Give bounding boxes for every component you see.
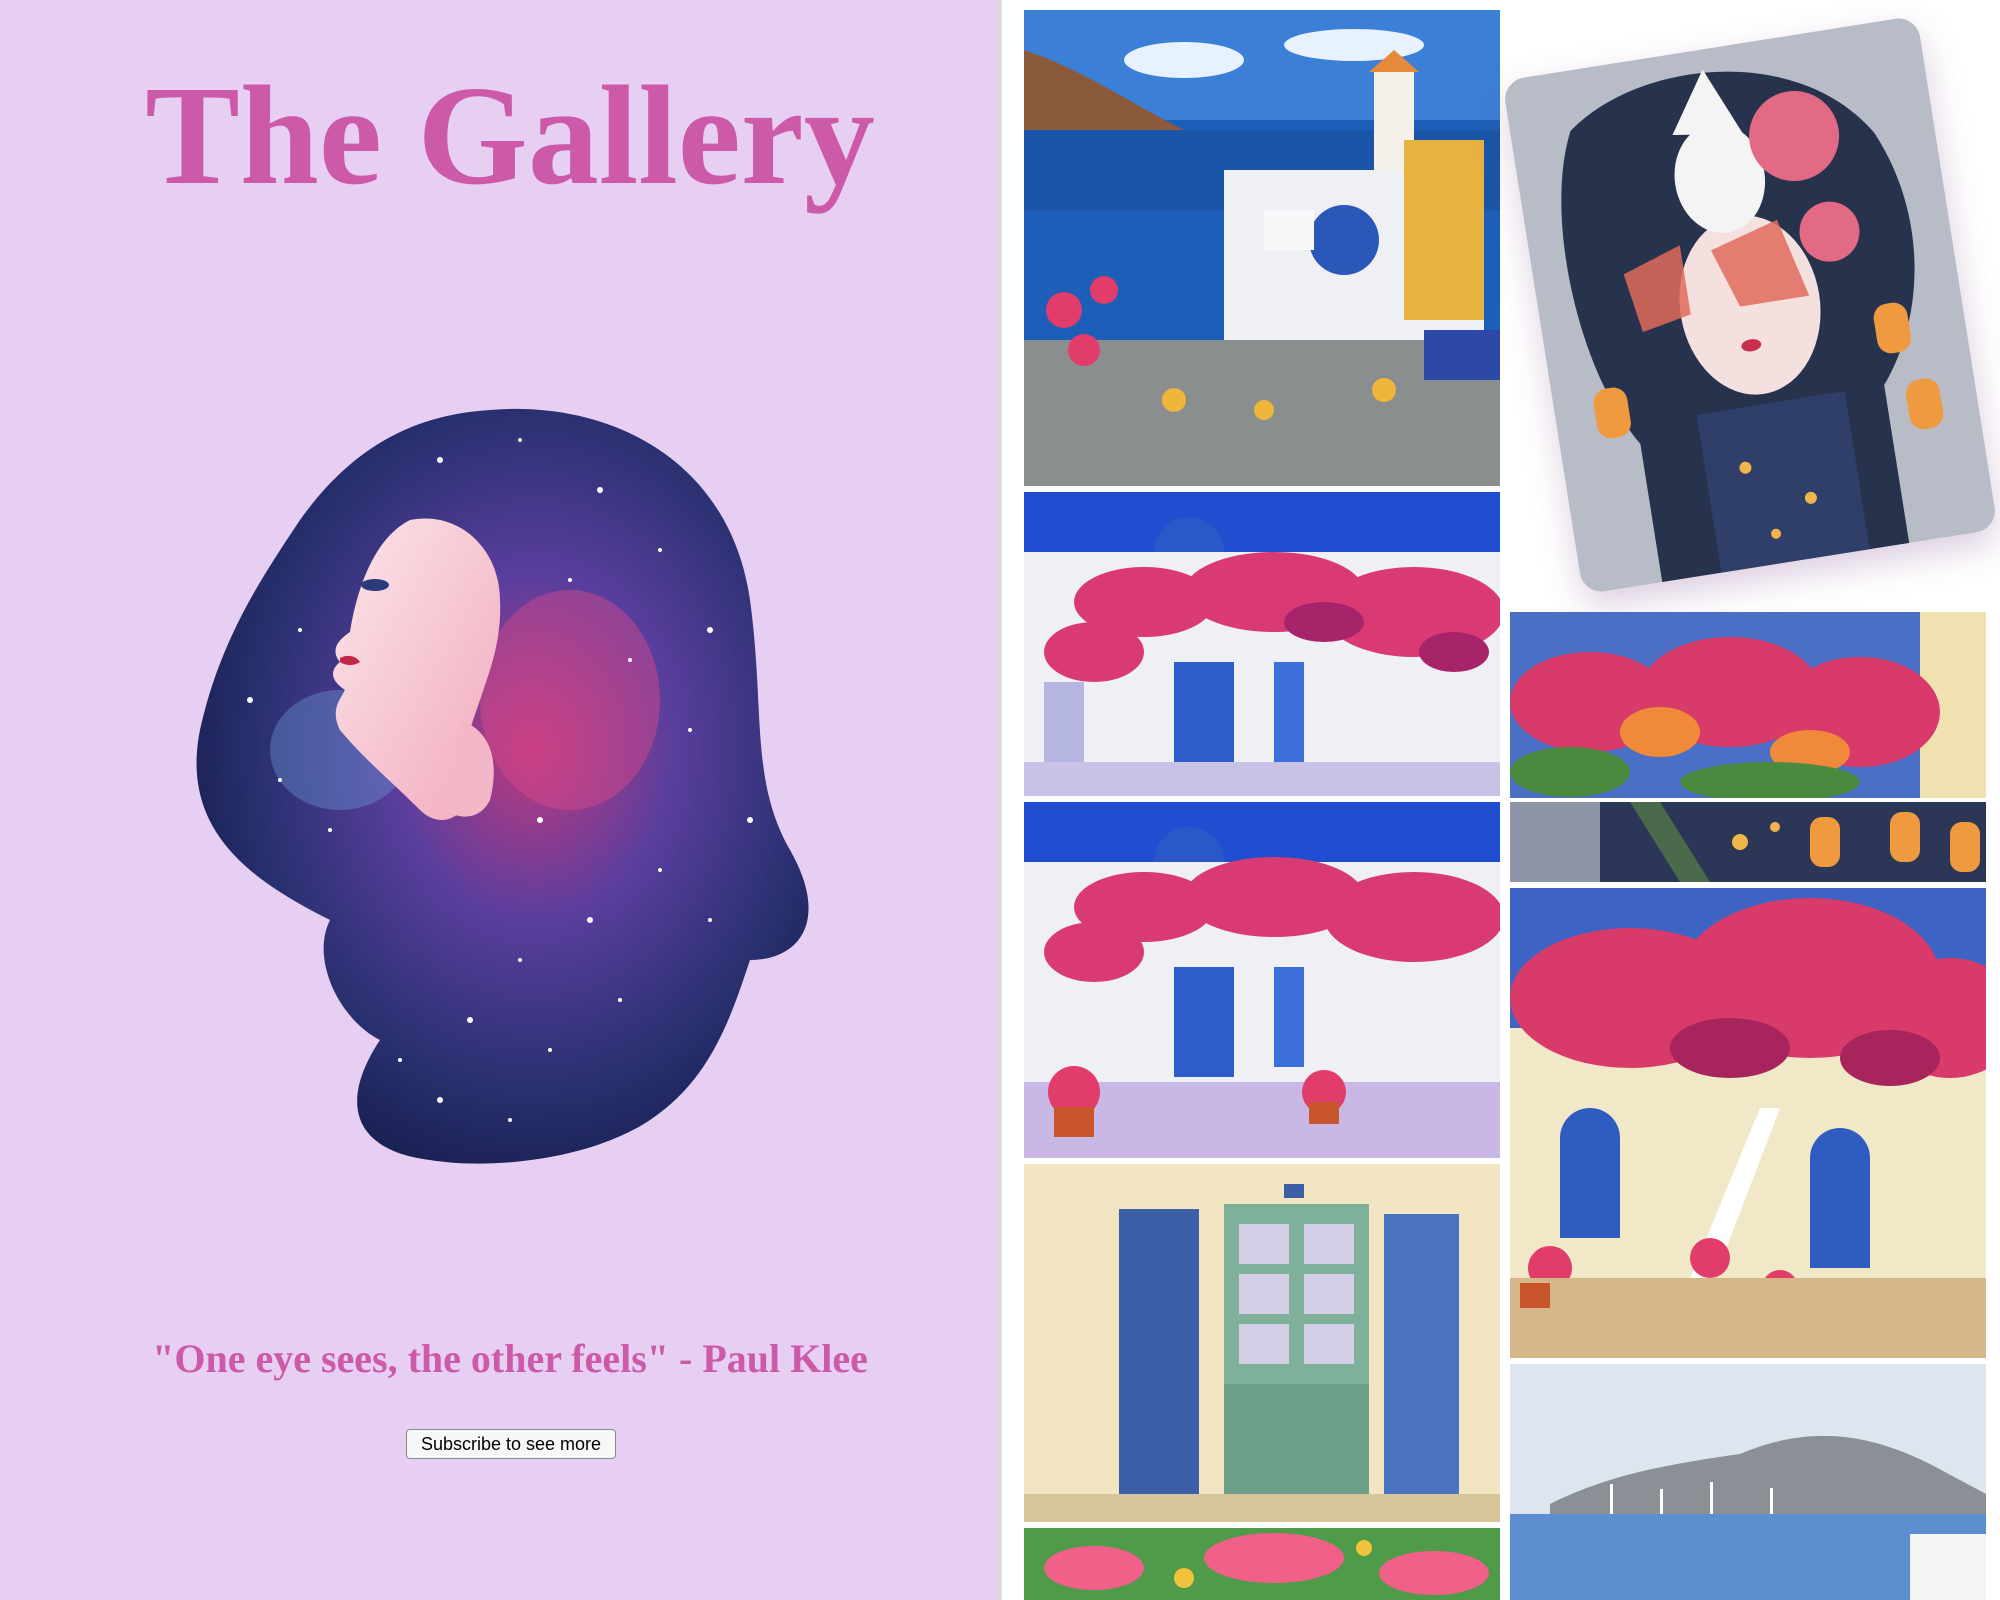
gallery-item-green-door[interactable] xyxy=(1024,1164,1500,1522)
page-title: The Gallery xyxy=(145,56,875,214)
door-painting-icon xyxy=(1024,1164,1500,1522)
house-painting-icon xyxy=(1024,492,1500,796)
courtyard-painting-icon xyxy=(1510,888,1986,1358)
gallery-item-bougainvillea-bushes[interactable] xyxy=(1510,612,1986,798)
quote-text: "One eye sees, the other feels" - Paul K… xyxy=(152,1336,868,1381)
gallery-item-pink-flowers[interactable] xyxy=(1024,1528,1500,1600)
seascape-painting-icon xyxy=(1510,1364,1986,1600)
flower-painting-icon xyxy=(1024,1528,1500,1600)
gallery-item-rabbit-mask-girl[interactable] xyxy=(1501,15,1999,595)
gallery-item-seaside-village[interactable] xyxy=(1024,10,1500,486)
landscape-painting-icon xyxy=(1024,10,1500,486)
house-painting-icon xyxy=(1024,802,1500,1158)
portrait-painting-icon xyxy=(1501,15,1999,595)
panel-divider xyxy=(998,0,1002,1600)
hero-galaxy-portrait xyxy=(196,408,809,1164)
hero-panel: The Gallery "One eye sees, the other fee… xyxy=(0,0,998,1600)
pattern-painting-icon xyxy=(1510,802,1986,882)
gallery-item-bougainvillea-house[interactable] xyxy=(1024,492,1500,796)
gallery-item-watercolor-sea[interactable] xyxy=(1510,1364,1986,1600)
gallery-item-courtyard[interactable] xyxy=(1510,888,1986,1358)
gallery-item-bougainvillea-house-pots[interactable] xyxy=(1024,802,1500,1158)
gallery-item-lantern-pattern[interactable] xyxy=(1510,802,1986,882)
subscribe-button[interactable]: Subscribe to see more xyxy=(406,1429,616,1459)
flower-painting-icon xyxy=(1510,612,1986,798)
